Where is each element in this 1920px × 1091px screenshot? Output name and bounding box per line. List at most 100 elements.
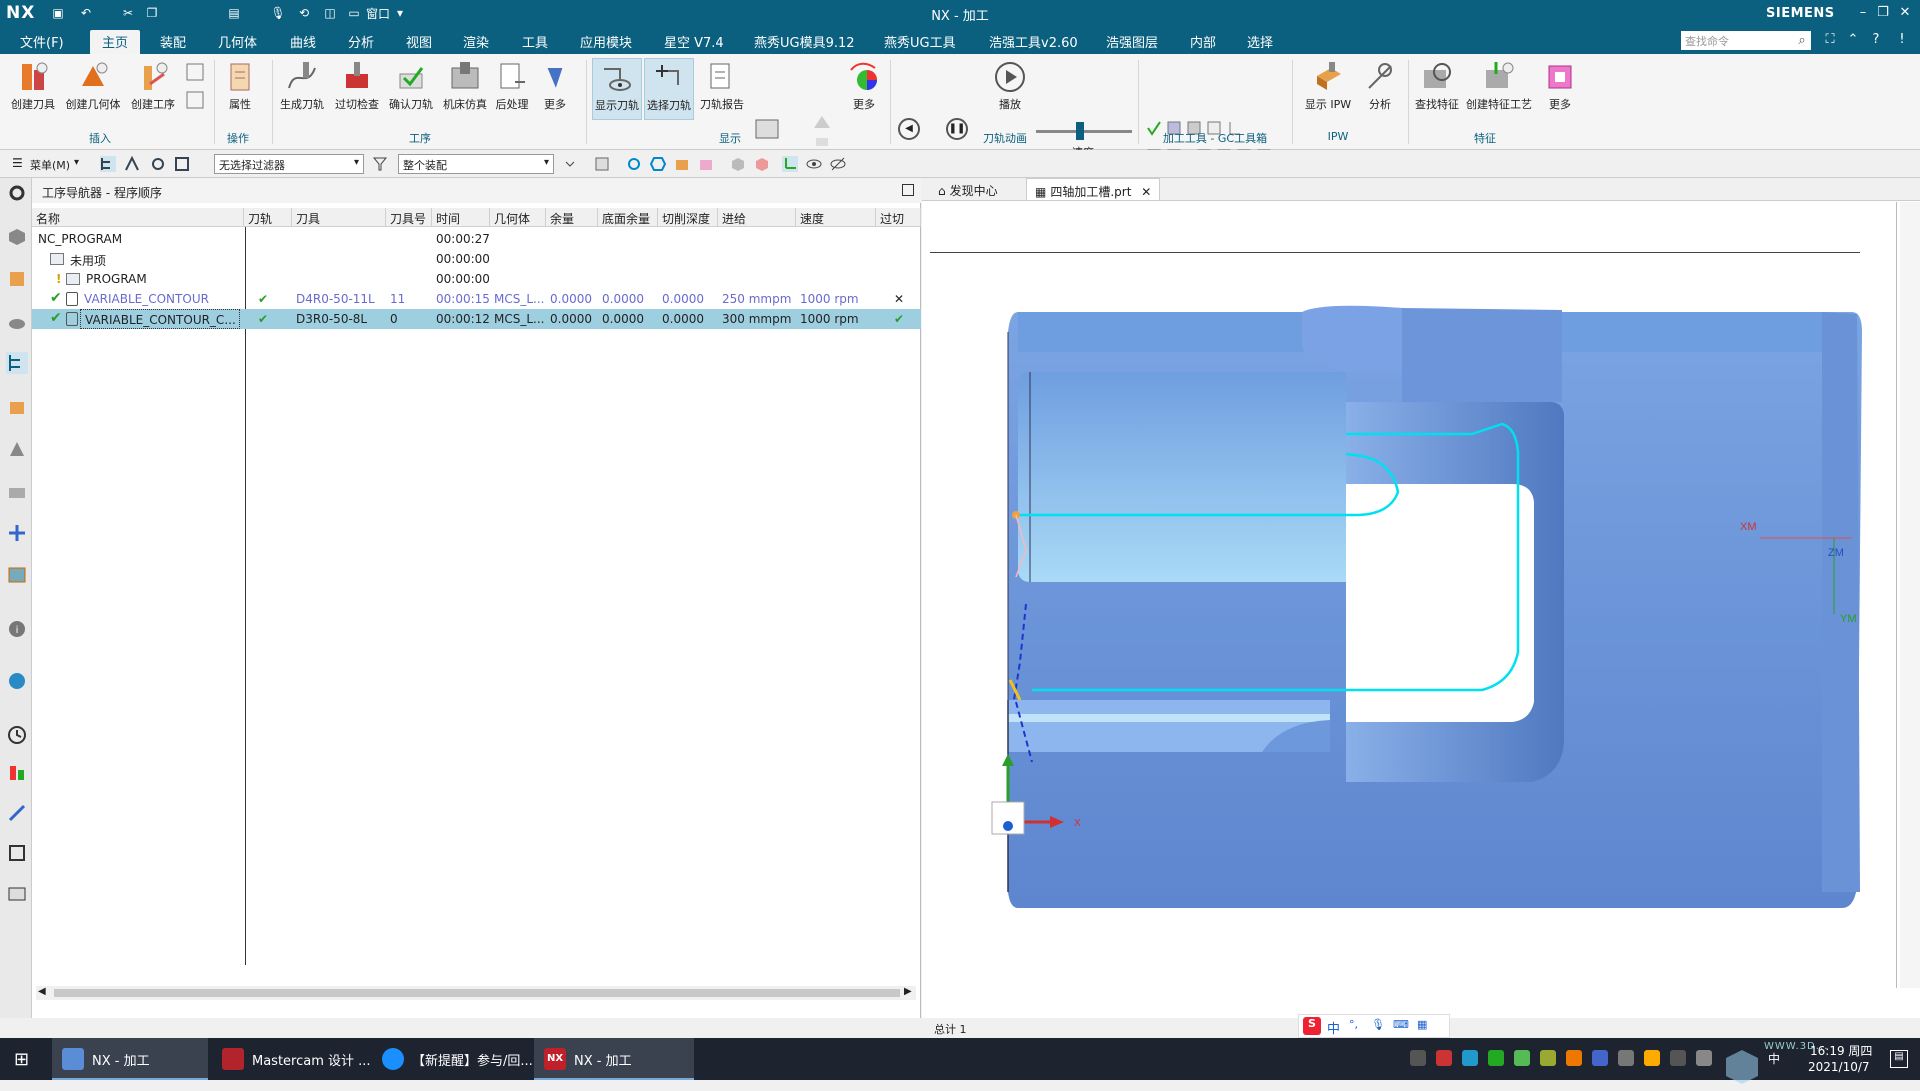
tray-icon[interactable] <box>1592 1050 1608 1066</box>
tray-icon[interactable] <box>1410 1050 1426 1066</box>
taskbar-item-nx-2[interactable]: NX NX - 加工 <box>534 1038 694 1080</box>
column-header-floor-stock[interactable]: 底面余量 <box>598 208 658 227</box>
cube-icon[interactable] <box>730 156 746 172</box>
step-back-icon[interactable]: ◀ <box>898 118 920 140</box>
create-tool-button[interactable]: 创建刀具 <box>8 58 58 120</box>
menu-xingkong[interactable]: 星空 V7.4 <box>664 32 724 51</box>
menu-tools[interactable]: 工具 <box>522 32 548 51</box>
geometry-view-icon[interactable] <box>150 156 166 172</box>
ime-voice-icon[interactable]: 🎙 <box>1371 1018 1385 1031</box>
machine-navigator-icon[interactable] <box>6 396 28 418</box>
cube-alt-icon[interactable] <box>754 156 770 172</box>
snap-body-icon[interactable] <box>698 156 714 172</box>
menu-button[interactable]: 菜单(M) <box>30 157 70 173</box>
close-icon[interactable]: ✕ <box>1894 4 1916 22</box>
fullscreen-icon[interactable]: ⛶ <box>1822 32 1838 48</box>
process-studio-icon[interactable] <box>6 842 28 864</box>
ime-menu-icon[interactable]: ▦ <box>1417 1018 1427 1031</box>
history-icon[interactable] <box>6 724 28 746</box>
table-row-selected[interactable]: ✔ VARIABLE_CONTOUR_C... ✔ D3R0-50-8L 0 0… <box>32 309 921 329</box>
tool-library-icon[interactable] <box>6 438 28 460</box>
column-header-tool[interactable]: 刀具 <box>292 208 386 227</box>
command-search-input[interactable]: 查找命令 <box>1681 31 1811 50</box>
windows-start-icon[interactable]: ⊞ <box>14 1049 29 1070</box>
insert-extra-button[interactable] <box>180 58 210 120</box>
column-header-stock[interactable]: 余量 <box>546 208 598 227</box>
eye-icon[interactable] <box>806 156 822 172</box>
column-header-cut-depth[interactable]: 切削深度 <box>658 208 718 227</box>
alert-icon[interactable]: ! <box>1894 32 1910 48</box>
hamburger-icon[interactable]: ☰ <box>12 156 23 170</box>
column-header-geometry[interactable]: 几何体 <box>490 208 546 227</box>
verify-toolpath-button[interactable]: 确认刀轨 <box>386 58 436 120</box>
program-order-view-icon[interactable] <box>100 156 116 172</box>
create-operation-button[interactable]: 创建工序 <box>128 58 178 120</box>
menu-haoqiang-tools[interactable]: 浩强工具v2.60 <box>989 32 1078 51</box>
menu-curve[interactable]: 曲线 <box>290 32 316 51</box>
method-view-icon[interactable] <box>174 156 190 172</box>
search-icon[interactable]: ⌕ <box>1794 33 1810 49</box>
snap-hexagon-icon[interactable] <box>650 156 666 172</box>
ime-language[interactable]: 中 <box>1327 1018 1340 1037</box>
attributes-button[interactable]: 属性 <box>220 58 260 120</box>
tray-icon[interactable] <box>1462 1050 1478 1066</box>
feature-navigator-icon[interactable] <box>6 480 28 502</box>
settings-gear-icon[interactable] <box>6 182 28 204</box>
tray-icon[interactable] <box>1488 1050 1504 1066</box>
display-toolpath-button[interactable]: 显示刀轨 <box>592 58 642 120</box>
help-icon[interactable]: ? <box>1868 32 1884 48</box>
network-icon[interactable] <box>1696 1050 1712 1066</box>
machine-simulation-button[interactable]: 机床仿真 <box>440 58 490 120</box>
ime-indicator[interactable]: 中 <box>1768 1050 1782 1066</box>
tab-discovery-center[interactable]: ⌂ 发现中心 <box>930 178 1006 200</box>
tray-icon[interactable] <box>1436 1050 1452 1066</box>
assembly-navigator-icon[interactable] <box>6 226 28 248</box>
clock-time[interactable]: 16:19 周四 <box>1810 1042 1872 1059</box>
reuse-library-icon[interactable] <box>6 522 28 544</box>
table-row[interactable]: ! PROGRAM 00:00:00 <box>32 269 921 289</box>
gouge-check-button[interactable]: 过切检查 <box>332 58 382 120</box>
menu-applications[interactable]: 应用模块 <box>580 32 632 51</box>
web-browser-icon[interactable] <box>6 670 28 692</box>
tray-icon[interactable] <box>1670 1050 1686 1066</box>
roles-icon[interactable] <box>6 762 28 784</box>
menu-geometry[interactable]: 几何体 <box>218 32 257 51</box>
operation-navigator-icon[interactable] <box>6 352 28 374</box>
table-row[interactable]: 未用项 00:00:00 <box>32 249 921 269</box>
column-header-name[interactable]: 名称 <box>32 208 244 227</box>
create-geometry-button[interactable]: 创建几何体 <box>64 58 122 120</box>
vertical-scrollbar[interactable] <box>1900 202 1920 988</box>
clock-date[interactable]: 2021/10/7 <box>1808 1060 1870 1074</box>
ime-punct-icon[interactable]: °, <box>1349 1018 1358 1031</box>
generate-toolpath-button[interactable]: 生成刀轨 <box>278 58 326 120</box>
table-row[interactable]: ✔ VARIABLE_CONTOUR ✔ D4R0-50-11L 11 00:0… <box>32 289 921 309</box>
menu-view[interactable]: 视图 <box>406 32 432 51</box>
toolpath-report-button[interactable]: 刀轨报告 <box>698 58 746 120</box>
minimize-icon[interactable]: – <box>1852 4 1874 22</box>
part-navigator-icon[interactable] <box>6 310 28 332</box>
horizontal-scrollbar[interactable]: ◀ ▶ <box>36 986 916 1000</box>
system-material-icon[interactable] <box>6 802 28 824</box>
menu-yanxiu-mold[interactable]: 燕秀UG模具9.12 <box>754 32 855 51</box>
table-row[interactable]: NC_PROGRAM 00:00:27 <box>32 229 921 249</box>
taskbar-item-mastercam[interactable]: Mastercam 设计 ... <box>212 1038 371 1080</box>
scroll-right-icon[interactable]: ▶ <box>904 986 912 997</box>
sogou-icon[interactable]: S <box>1303 1017 1321 1035</box>
select-toolpath-button[interactable]: 选择刀轨 <box>644 58 694 120</box>
menu-dropdown-icon[interactable]: ▾ <box>74 157 79 168</box>
3d-viewport[interactable]: XM ZM YM X <box>922 202 1897 988</box>
selection-scope-dropdown[interactable]: 整个装配 <box>398 154 554 174</box>
scroll-left-icon[interactable]: ◀ <box>38 986 46 997</box>
find-feature-button[interactable]: 查找特征 <box>1414 58 1460 120</box>
tab-part-file[interactable]: ▦ 四轴加工槽.prt ✕ <box>1026 178 1161 200</box>
manufacturing-wizard-icon[interactable] <box>6 882 28 904</box>
tray-icon[interactable] <box>1644 1050 1660 1066</box>
column-header-feed[interactable]: 进给 <box>718 208 796 227</box>
tray-icon[interactable] <box>1540 1050 1556 1066</box>
menu-assembly[interactable]: 装配 <box>160 32 186 51</box>
machine-tool-view-icon[interactable] <box>124 156 140 172</box>
feature-more-button[interactable]: 更多 <box>1540 58 1580 120</box>
process-navigator-icon[interactable] <box>6 564 28 586</box>
ime-keyboard-icon[interactable]: ⌨ <box>1393 1018 1409 1031</box>
column-header-time[interactable]: 时间 <box>432 208 490 227</box>
